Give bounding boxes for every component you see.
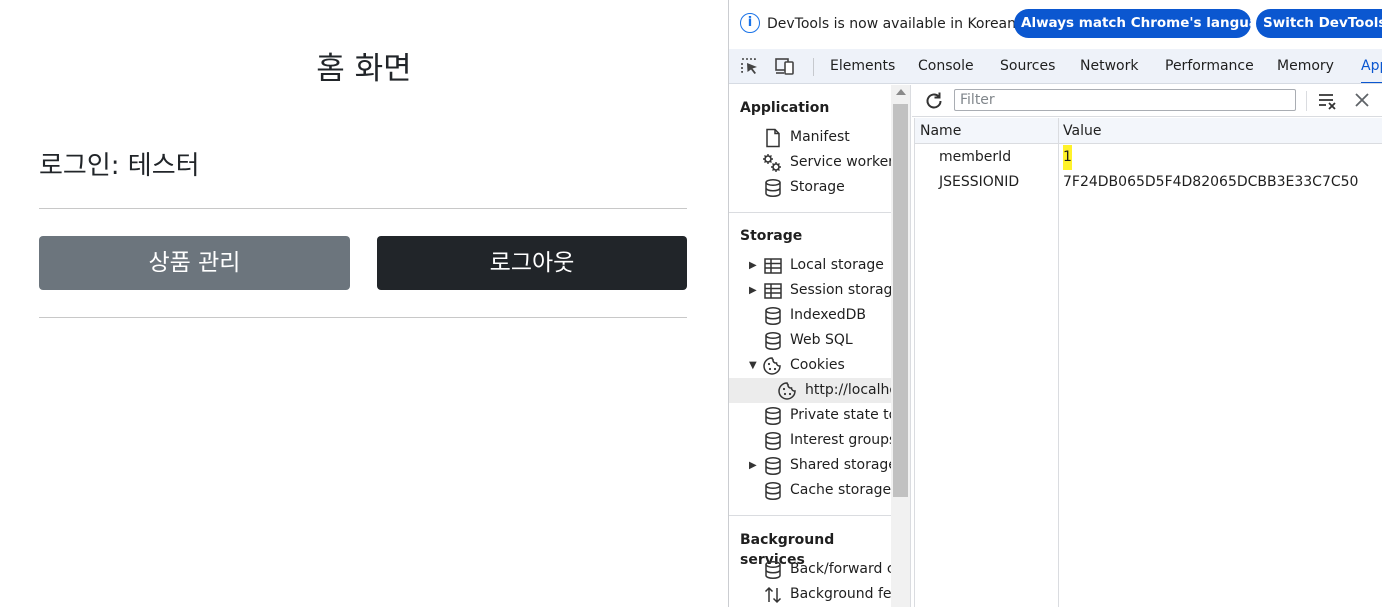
web-page: 홈 화면 로그인: 테스터 상품 관리 로그아웃	[0, 0, 728, 607]
sidebar-item-cache-storage[interactable]: Cache storage	[729, 478, 891, 503]
cookies-toolbar	[912, 85, 1382, 117]
cookie-name: JSESSIONID	[939, 174, 1020, 190]
sidebar-item-service-workers[interactable]: Service workers	[729, 150, 891, 175]
toolbar-separator	[813, 58, 814, 76]
sidebar-item-label: Shared storage	[790, 457, 891, 473]
database-icon	[765, 178, 781, 198]
sidebar-divider	[729, 515, 891, 516]
filter-input[interactable]	[954, 89, 1296, 111]
database-icon	[765, 331, 781, 351]
logout-button[interactable]: 로그아웃	[377, 236, 687, 290]
sidebar-item-label: Back/forward cache	[790, 561, 891, 577]
devtools-tabbar: Elements Console Sources Network Perform…	[729, 49, 1382, 84]
application-sidebar: Application Manifest Service workers Sto…	[729, 85, 891, 607]
table-row[interactable]: JSESSIONID 7F24DB065D5F4D82065DCBB3E33C7…	[915, 170, 1382, 195]
scroll-thumb[interactable]	[893, 104, 908, 497]
sidebar-scrollbar[interactable]	[891, 85, 911, 607]
expand-arrow-icon[interactable]: ▶	[749, 453, 757, 478]
info-icon: i	[740, 13, 760, 33]
up-down-arrows-icon	[764, 586, 782, 604]
tab-elements[interactable]: Elements	[830, 49, 895, 83]
divider-bottom	[39, 317, 687, 318]
tab-memory[interactable]: Memory	[1277, 49, 1334, 83]
delete-selected-icon[interactable]	[1353, 91, 1371, 109]
sidebar-item-label: http://localhost:8080	[805, 382, 891, 398]
section-header-storage: Storage	[740, 228, 803, 244]
login-status: 로그인: 테스터	[39, 151, 200, 181]
sidebar-item-background-fetch[interactable]: Background fetch	[729, 582, 891, 607]
inspect-element-icon[interactable]	[740, 57, 760, 75]
sidebar-item-shared-storage[interactable]: ▶ Shared storage	[729, 453, 891, 478]
database-icon	[765, 306, 781, 326]
sidebar-item-back-forward-cache[interactable]: Back/forward cache	[729, 557, 891, 582]
sidebar-item-interest-groups[interactable]: Interest groups	[729, 428, 891, 453]
table-icon	[764, 283, 782, 299]
collapse-arrow-icon[interactable]: ▼	[749, 353, 757, 378]
match-language-button[interactable]: Always match Chrome's language	[1014, 9, 1251, 38]
sidebar-item-label: Cache storage	[790, 482, 891, 498]
divider-top	[39, 208, 687, 209]
sidebar-item-label: Interest groups	[790, 432, 891, 448]
sidebar-item-web-sql[interactable]: Web SQL	[729, 328, 891, 353]
page-title: 홈 화면	[316, 51, 412, 87]
cookie-value: 7F24DB065D5F4D82065DCBB3E33C7C50	[1063, 174, 1359, 190]
tab-network[interactable]: Network	[1080, 49, 1138, 83]
sidebar-item-label: Cookies	[790, 357, 845, 373]
sidebar-item-label: IndexedDB	[790, 307, 866, 323]
cookie-name: memberId	[939, 149, 1012, 165]
sidebar-item-label: Storage	[790, 179, 845, 195]
sidebar-item-label: Background fetch	[790, 586, 891, 602]
sidebar-item-local-storage[interactable]: ▶ Local storage	[729, 253, 891, 278]
tab-application[interactable]: Application	[1361, 49, 1382, 83]
language-infobar: i DevTools is now available in Korean! A…	[729, 0, 1382, 48]
table-icon	[764, 258, 782, 274]
switch-language-button[interactable]: Switch DevTools to Korean	[1256, 9, 1382, 38]
sidebar-item-session-storage[interactable]: ▶ Session storage	[729, 278, 891, 303]
gears-icon	[763, 154, 781, 172]
cookie-value: 1	[1063, 145, 1072, 170]
sidebar-item-indexeddb[interactable]: IndexedDB	[729, 303, 891, 328]
devtools-panel: i DevTools is now available in Korean! A…	[728, 0, 1382, 607]
tab-sources[interactable]: Sources	[1000, 49, 1055, 83]
cookies-table: Name Value memberId 1 JSESSIONID 7F24DB0…	[914, 118, 1382, 607]
sidebar-item-cookie-origin[interactable]: http://localhost:8080	[729, 378, 891, 403]
sidebar-item-cookies[interactable]: ▼ Cookies	[729, 353, 891, 378]
document-icon	[766, 128, 780, 148]
expand-arrow-icon[interactable]: ▶	[749, 253, 757, 278]
database-icon	[765, 431, 781, 451]
sidebar-item-manifest[interactable]: Manifest	[729, 125, 891, 150]
expand-arrow-icon[interactable]: ▶	[749, 278, 757, 303]
tab-performance[interactable]: Performance	[1165, 49, 1254, 83]
table-row[interactable]: memberId 1	[915, 145, 1382, 170]
sidebar-divider	[729, 212, 891, 213]
clear-all-icon[interactable]	[1317, 91, 1339, 111]
section-header-application: Application	[740, 100, 830, 116]
sidebar-item-label: Private state tokens	[790, 407, 891, 423]
sidebar-item-label: Manifest	[790, 129, 850, 145]
refresh-icon[interactable]	[923, 90, 945, 112]
sidebar-item-label: Service workers	[790, 154, 891, 170]
cookie-icon	[778, 382, 796, 400]
database-icon	[765, 481, 781, 501]
scroll-up-arrow-icon[interactable]	[896, 89, 906, 95]
sidebar-item-storage[interactable]: Storage	[729, 175, 891, 200]
device-toolbar-icon[interactable]	[775, 57, 795, 75]
table-header-row: Name Value	[915, 118, 1382, 144]
cookies-pane: Name Value memberId 1 JSESSIONID 7F24DB0…	[912, 85, 1382, 607]
sidebar-item-label: Web SQL	[790, 332, 853, 348]
infobar-message: DevTools is now available in Korean!	[767, 16, 1022, 32]
database-icon	[765, 406, 781, 426]
tab-console[interactable]: Console	[918, 49, 974, 83]
column-header-value[interactable]: Value	[1063, 118, 1101, 144]
sidebar-item-label: Session storage	[790, 282, 891, 298]
database-icon	[765, 560, 781, 580]
database-icon	[765, 456, 781, 476]
item-management-button[interactable]: 상품 관리	[39, 236, 350, 290]
column-header-name[interactable]: Name	[920, 118, 961, 144]
cookie-icon	[763, 357, 781, 375]
sidebar-item-private-state-tokens[interactable]: Private state tokens	[729, 403, 891, 428]
toolbar-separator	[1306, 91, 1307, 111]
sidebar-item-label: Local storage	[790, 257, 884, 273]
